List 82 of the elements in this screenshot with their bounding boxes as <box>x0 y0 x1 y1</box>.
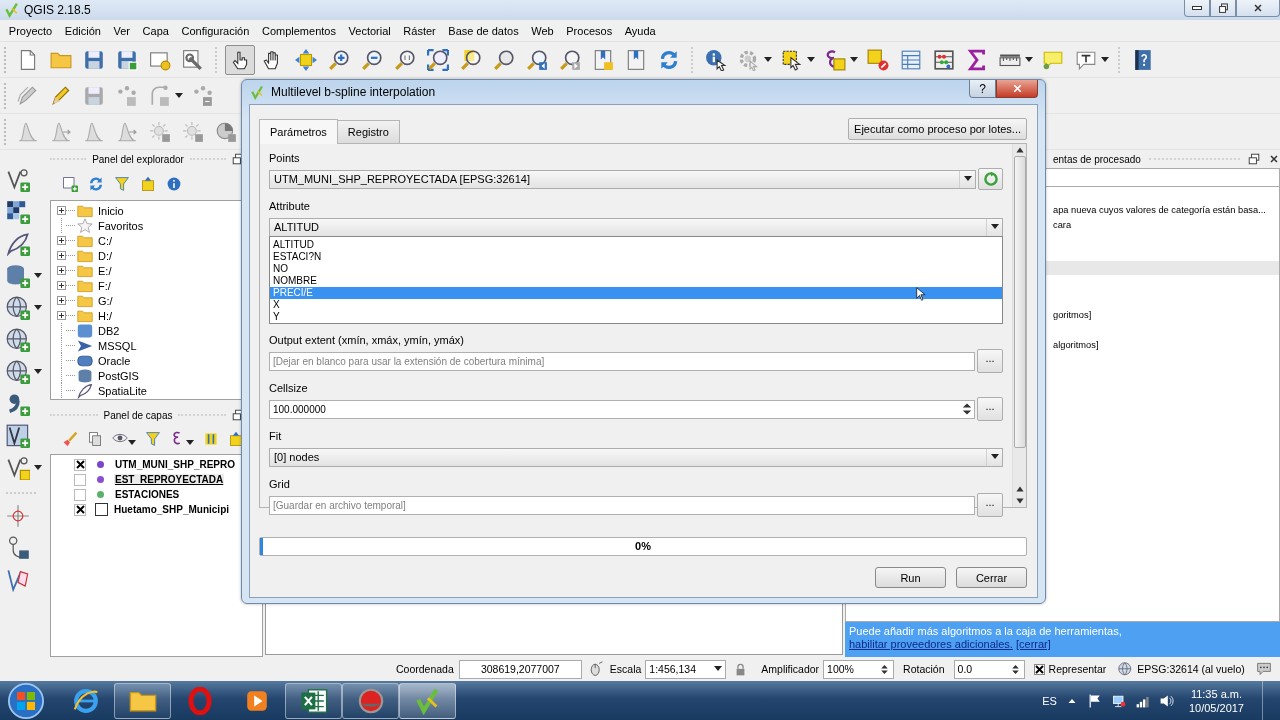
layer-name[interactable]: EST_REPROYECTADA <box>114 474 225 486</box>
magnifier-field[interactable]: 100% <box>823 659 895 679</box>
tree-item[interactable]: E:/ <box>98 264 112 277</box>
scale-dropdown[interactable]: 1:456,134 <box>645 659 727 679</box>
menu-item[interactable]: Complementos <box>255 24 343 37</box>
path-field[interactable]: [Dejar en blanco para usar la extensión de cobertura mínima] <box>269 351 975 371</box>
tree-item[interactable]: apa nueva cuyos valores de categoría están basa... <box>1053 204 1266 217</box>
tab[interactable]: Registro <box>336 120 400 143</box>
tree-item[interactable]: goritmos] <box>1053 309 1092 322</box>
magnifier-label: Amplificador <box>761 663 820 676</box>
window-title: QGIS 2.18.5 <box>24 2 91 17</box>
menu-item[interactable]: Procesos <box>560 24 619 37</box>
dropdown-option[interactable]: ALTITUD <box>270 239 1002 251</box>
language-indicator[interactable]: ES <box>1042 694 1057 707</box>
message-text: Puede añadir más algoritmos a la caja de herramientas, habilitar proveedores adicionales. [cerrar] <box>845 622 1280 658</box>
tab[interactable]: Parámetros <box>259 119 338 144</box>
field-label: Points <box>269 151 301 165</box>
rotation-field[interactable]: 0.0 <box>953 659 1025 679</box>
layer-name[interactable]: ESTACIONES <box>114 489 181 501</box>
batch-button[interactable]: Ejecutar como proceso por lotes... <box>848 118 1027 140</box>
panel-title: Panel de capas <box>103 409 173 421</box>
scale-label: Escala <box>609 663 642 676</box>
field-label: Cellsize <box>269 381 309 395</box>
menu-item[interactable]: Web <box>524 24 560 37</box>
dropdown[interactable]: [0] nodes <box>269 447 1003 467</box>
menu-item[interactable]: Ráster <box>397 24 443 37</box>
menu-item[interactable]: Base de datos <box>442 24 525 37</box>
menu-item[interactable]: Ver <box>107 24 137 37</box>
browse-button[interactable]: ... <box>977 397 1003 421</box>
link[interactable]: habilitar proveedores adicionales. <box>849 638 1013 651</box>
field-label: Grid <box>269 477 291 491</box>
dialog-title: Multilevel b-spline interpolation <box>271 85 436 99</box>
field-label: Output extent (xmín, xmáx, ymín, ymáx) <box>269 333 465 347</box>
menu-item[interactable]: Ayuda <box>618 24 663 37</box>
menu-item[interactable]: Edición <box>58 24 108 37</box>
dialog-button[interactable]: Run <box>875 567 946 588</box>
crs-label[interactable]: EPSG:32614 (al vuelo) <box>1137 663 1245 676</box>
tree-item[interactable]: MSSQL <box>98 339 137 352</box>
tree-item[interactable]: D:/ <box>98 249 113 262</box>
tree-item[interactable]: SpatiaLite <box>98 384 147 397</box>
panel-title: entas de procesado <box>1053 153 1141 165</box>
browse-button[interactable]: ... <box>977 493 1003 517</box>
menu-item[interactable]: Capa <box>136 24 176 37</box>
layer-name[interactable]: UTM_MUNI_SHP_REPRO <box>114 459 237 471</box>
tree-item[interactable]: Oracle <box>98 354 131 367</box>
tree-item[interactable]: H:/ <box>98 309 113 322</box>
render-label: Representar <box>1048 663 1107 676</box>
dropdown-option[interactable]: Y <box>270 311 1002 323</box>
menu-item[interactable]: Vectorial <box>342 24 398 37</box>
clock-time[interactable]: 11:35 a.m. <box>1190 686 1243 701</box>
browse-button[interactable]: ... <box>977 349 1003 373</box>
dropdown-option[interactable]: X <box>270 299 1002 311</box>
coordinate-field[interactable]: 308619,2077007 <box>458 659 582 679</box>
tree-item[interactable]: cara <box>1053 219 1072 232</box>
tree-item[interactable]: C:/ <box>98 234 113 247</box>
tree-item[interactable]: F:/ <box>98 279 111 292</box>
field-label: Attribute <box>269 199 311 213</box>
coordinate-label: Coordenada <box>396 663 454 676</box>
progress-text: 0% <box>634 540 652 552</box>
path-field[interactable]: [Guardar en archivo temporal] <box>269 495 975 515</box>
dropdown-option[interactable]: NO <box>270 263 1002 275</box>
rotation-label: Rotación <box>903 663 945 676</box>
dropdown-option[interactable]: NOMBRE <box>270 275 1002 287</box>
help-button[interactable]: ? <box>969 80 996 98</box>
menu-item[interactable]: Configuración <box>175 24 256 37</box>
tree-item[interactable]: Favoritos <box>98 219 144 232</box>
link[interactable]: [cerrar] <box>1015 638 1051 651</box>
clock-date[interactable]: 10/05/2017 <box>1188 700 1244 715</box>
dropdown[interactable]: ALTITUD <box>269 217 1003 237</box>
panel-title: Panel del explorador <box>92 153 184 165</box>
tree-item[interactable]: algoritmos] <box>1053 339 1099 352</box>
layer-name[interactable]: Huetamo_SHP_Municipi <box>113 504 231 516</box>
menu-item[interactable]: Proyecto <box>2 24 59 37</box>
field-label: Fit <box>269 429 283 443</box>
number-field[interactable]: 100.000000 <box>269 399 975 419</box>
tree-item[interactable]: Inicio <box>98 204 124 217</box>
tree-item[interactable]: DB2 <box>98 324 120 337</box>
tree-item[interactable]: PostGIS <box>98 369 139 382</box>
dropdown-option[interactable]: ESTACI?N <box>270 251 1002 263</box>
tree-item[interactable]: G:/ <box>98 294 113 307</box>
dialog-button[interactable]: Cerrar <box>956 567 1027 588</box>
dropdown[interactable]: UTM_MUNI_SHP_REPROYECTADA [EPSG:32614] <box>269 169 976 189</box>
